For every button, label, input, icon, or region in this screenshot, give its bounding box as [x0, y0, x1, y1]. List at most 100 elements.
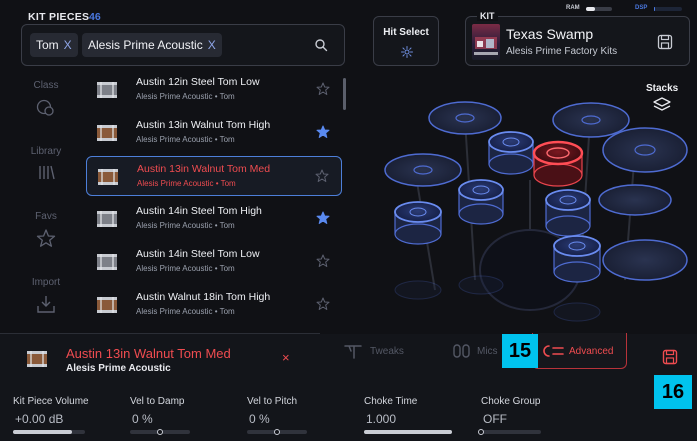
- sidebar-item-import[interactable]: Import: [20, 277, 72, 314]
- rack-tom-center: [458, 179, 504, 225]
- kit-piece-subtitle: Alesis Prime Acoustic • Tom: [137, 179, 236, 188]
- kit-piece-row[interactable]: Austin 12in Steel Tom Low Alesis Prime Ac…: [86, 70, 342, 110]
- kit-piece-name: Austin 13in Walnut Tom Med: [137, 163, 271, 175]
- list-scrollbar[interactable]: [343, 78, 346, 110]
- divider: [0, 333, 320, 334]
- drum-thumbnail: [97, 254, 117, 270]
- tab-label: Tweaks: [370, 345, 404, 357]
- floor-tom-1: [545, 189, 591, 237]
- param-label: Vel to Pitch: [247, 396, 298, 407]
- favorite-star-icon[interactable]: [316, 211, 330, 225]
- slider-handle[interactable]: [274, 429, 280, 435]
- param-slider[interactable]: [364, 430, 452, 434]
- filter-chip-label: Alesis Prime Acoustic: [88, 38, 203, 52]
- tab-advanced[interactable]: Advanced: [543, 337, 613, 365]
- param-slider[interactable]: [130, 429, 190, 435]
- wrench-icon: [543, 345, 564, 357]
- sidebar-item-label: Import: [31, 277, 61, 288]
- drum-kit-visual[interactable]: [355, 80, 695, 330]
- tweaks-icon: [344, 345, 362, 359]
- param-slider[interactable]: [247, 429, 307, 435]
- remove-filter-button[interactable]: X: [64, 38, 72, 52]
- tom-high: [488, 131, 534, 175]
- step-badge-save: 16: [654, 375, 692, 409]
- favorite-star-icon[interactable]: [316, 254, 330, 268]
- drum-thumbnail: [97, 125, 117, 141]
- drum-thumbnail: [98, 169, 118, 185]
- hihat: [384, 153, 462, 187]
- crash-cymbal-right: [552, 102, 630, 138]
- selected-piece-thumbnail: [26, 349, 48, 369]
- kit-piece-subtitle: Alesis Prime Acoustic • Tom: [136, 264, 235, 273]
- selected-piece-library: Alesis Prime Acoustic: [66, 363, 171, 374]
- tom-mid-selected: [532, 140, 584, 187]
- hit-select-label: Hit Select: [383, 27, 429, 38]
- hit-select-button[interactable]: Hit Select: [373, 16, 439, 66]
- param-value: 1.000: [366, 412, 397, 426]
- sidebar-item-favs[interactable]: Favs: [20, 211, 72, 248]
- filter-chip-library: Alesis Prime Acoustic X: [82, 33, 222, 57]
- crash-cymbal-left: [428, 101, 502, 135]
- kit-piece-row[interactable]: Austin 13in Walnut Tom Med Alesis Prime A…: [86, 156, 342, 196]
- sidebar-item-label: Library: [30, 146, 62, 157]
- param-label: Vel to Damp: [130, 396, 185, 407]
- sidebar-item-library[interactable]: Library: [20, 146, 72, 181]
- kit-piece-subtitle: Alesis Prime Acoustic • Tom: [136, 92, 235, 101]
- remove-filter-button[interactable]: X: [208, 38, 216, 52]
- kit-label: KIT: [477, 11, 498, 21]
- param-label: Choke Group: [481, 396, 541, 407]
- kit-piece-name: Austin 14in Steel Tom Low: [136, 248, 260, 260]
- slider-handle[interactable]: [478, 429, 484, 435]
- ram-label: RAM: [566, 5, 580, 11]
- kit-piece-name: Austin Walnut 18in Tom High: [136, 291, 271, 303]
- param-label: Kit Piece Volume: [13, 396, 89, 407]
- selected-piece-name: Austin 13in Walnut Tom Med: [66, 346, 231, 361]
- save-kit-icon[interactable]: [657, 34, 673, 50]
- mics-icon: [453, 344, 470, 358]
- step-badge-advanced: 15: [502, 334, 538, 368]
- drum-thumbnail: [97, 82, 117, 98]
- sidebar-item-label: Class: [33, 80, 59, 91]
- favorite-star-icon[interactable]: [316, 297, 330, 311]
- splash-cymbal: [602, 239, 688, 281]
- tab-tweaks[interactable]: Tweaks: [343, 337, 404, 365]
- param-slider[interactable]: [478, 429, 541, 435]
- kit-selector[interactable]: Texas Swamp Alesis Prime Factory Kits: [465, 16, 690, 66]
- kit-pieces-count: 46: [89, 11, 101, 23]
- search-filter-box[interactable]: Tom X Alesis Prime Acoustic X: [21, 24, 345, 66]
- tab-mics[interactable]: Mics: [452, 337, 498, 365]
- sidebar-item-class[interactable]: Class: [20, 80, 72, 117]
- unload-piece-button[interactable]: ×: [282, 350, 290, 365]
- param-value: 0 %: [132, 412, 153, 426]
- kit-piece-name: Austin 12in Steel Tom Low: [136, 76, 260, 88]
- kit-name: Texas Swamp: [506, 26, 594, 42]
- favorite-star-icon[interactable]: [315, 169, 329, 183]
- dsp-label: DSP: [635, 5, 648, 11]
- china-cymbal: [598, 184, 672, 216]
- param-value: 0 %: [249, 412, 270, 426]
- filter-chip-label: Tom: [36, 38, 59, 52]
- kit-library: Alesis Prime Factory Kits: [506, 46, 618, 57]
- import-icon: [37, 296, 55, 313]
- dsp-meter: [654, 7, 682, 11]
- kit-piece-row[interactable]: Austin 14in Steel Tom Low Alesis Prime Ac…: [86, 242, 342, 282]
- param-value: OFF: [483, 412, 507, 426]
- slider-handle[interactable]: [157, 429, 163, 435]
- param-label: Choke Time: [364, 396, 418, 407]
- star-icon: [36, 229, 56, 247]
- kit-piece-subtitle: Alesis Prime Acoustic • Tom: [136, 221, 235, 230]
- search-icon[interactable]: [314, 38, 328, 52]
- favorite-star-icon[interactable]: [316, 82, 330, 96]
- drum-thumbnail: [97, 297, 117, 313]
- kit-piece-name: Austin 13in Walnut Tom High: [136, 119, 271, 131]
- save-piece-icon[interactable]: [662, 349, 678, 365]
- kit-piece-row[interactable]: Austin 13in Walnut Tom High Alesis Prime …: [86, 113, 342, 153]
- kit-piece-subtitle: Alesis Prime Acoustic • Tom: [136, 307, 235, 316]
- filter-chip-tom: Tom X: [30, 33, 78, 57]
- class-icon: [36, 99, 54, 116]
- kit-piece-row[interactable]: Austin 14in Steel Tom High Alesis Prime A…: [86, 199, 342, 239]
- tab-label: Advanced: [569, 345, 614, 357]
- favorite-star-icon[interactable]: [316, 125, 330, 139]
- kit-piece-row[interactable]: Austin Walnut 18in Tom High Alesis Prime …: [86, 285, 342, 325]
- param-slider[interactable]: [13, 430, 85, 434]
